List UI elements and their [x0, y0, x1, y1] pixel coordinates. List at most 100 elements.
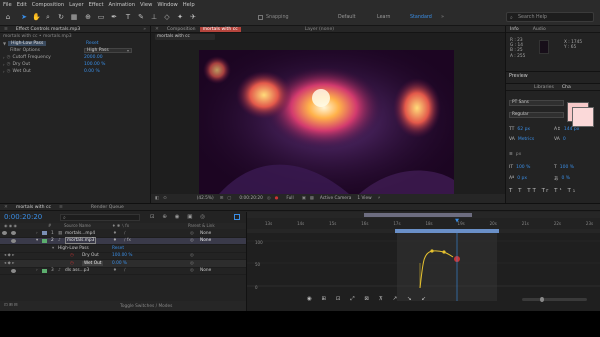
- menu-window[interactable]: Window: [157, 2, 177, 8]
- camera-select[interactable]: Active Camera: [320, 196, 352, 201]
- snapping-checkbox[interactable]: [258, 15, 263, 20]
- quality-switch-icon[interactable]: ∕: [124, 268, 125, 273]
- camera-tool-icon[interactable]: ▦: [70, 13, 78, 21]
- views-select[interactable]: 1 View: [357, 196, 371, 201]
- region-of-interest-icon[interactable]: ▣: [302, 196, 306, 201]
- effect-reset-link[interactable]: Reset: [112, 246, 124, 251]
- menu-effect[interactable]: Effect: [89, 2, 104, 8]
- baseline-value[interactable]: 0 px: [517, 176, 527, 181]
- menu-animation[interactable]: Animation: [109, 2, 135, 8]
- workspace-learn[interactable]: Learn: [377, 15, 390, 20]
- composition-tab-label[interactable]: Composition: [163, 27, 200, 32]
- wet-out-value[interactable]: 0.00 %: [84, 69, 100, 74]
- zoom-level[interactable]: (42.5%): [197, 196, 214, 201]
- timeline-search-field[interactable]: ⌕: [60, 214, 140, 221]
- rectangle-tool-icon[interactable]: ▭: [97, 13, 105, 21]
- label-color-icon[interactable]: [42, 231, 47, 236]
- audio-tab[interactable]: Audio: [529, 27, 550, 32]
- filter-options-select[interactable]: High Pass: [84, 47, 132, 54]
- source-name-header[interactable]: Source Name: [64, 223, 91, 228]
- grid-icon[interactable]: ⊞: [220, 196, 224, 201]
- mask-icon[interactable]: ▢: [227, 196, 231, 201]
- expand-icon[interactable]: ›: [3, 62, 5, 67]
- render-queue-tab[interactable]: Render Queue: [87, 205, 128, 210]
- label-color-icon[interactable]: [42, 238, 47, 243]
- effect-header-row[interactable]: ▼ High-Low Pass Reset: [0, 40, 150, 47]
- collapse-icon[interactable]: ▾: [36, 238, 38, 243]
- footer-icons[interactable]: ⊡ ⊞ ⊟: [4, 303, 18, 308]
- dry-out-value[interactable]: 100.00 %: [84, 62, 105, 67]
- parent-select[interactable]: None: [200, 268, 211, 273]
- visibility-eye-icon[interactable]: [2, 231, 7, 236]
- kerning-value[interactable]: Metrics: [518, 137, 534, 142]
- wet-out-value[interactable]: 0.00 %: [112, 261, 127, 266]
- type-tool-icon[interactable]: T: [124, 13, 132, 21]
- parent-pickwhip-icon[interactable]: ◎: [190, 231, 194, 236]
- info-tab[interactable]: Info: [506, 27, 523, 32]
- effect-name[interactable]: High-Low Pass: [8, 41, 47, 46]
- home-icon[interactable]: ⌂: [4, 13, 12, 21]
- keyframe-nav-icon[interactable]: ◂ ◆ ▸: [4, 261, 14, 266]
- graph-editor-icon[interactable]: [234, 214, 240, 220]
- stopwatch-icon[interactable]: ◷: [7, 69, 11, 74]
- rotate-tool-icon[interactable]: ↻: [57, 13, 65, 21]
- workspace-menu-icon[interactable]: »: [441, 14, 444, 20]
- menu-view[interactable]: View: [140, 2, 152, 8]
- panel-overflow-icon[interactable]: »: [139, 27, 150, 32]
- pan-behind-tool-icon[interactable]: ⊕: [84, 13, 92, 21]
- expand-icon[interactable]: ›: [3, 55, 5, 60]
- audio-icon[interactable]: [11, 231, 16, 236]
- timeline-timecode[interactable]: 0:00:20:20: [4, 213, 42, 221]
- effect-switch-icon[interactable]: ∕ fx: [124, 238, 131, 243]
- workspace-standard[interactable]: Standard: [410, 15, 432, 20]
- shy-switch-icon[interactable]: ♦: [113, 268, 117, 273]
- stopwatch-icon[interactable]: ◷: [7, 62, 11, 67]
- brush-tool-icon[interactable]: ✎: [137, 13, 145, 21]
- composition-name-tab[interactable]: mortals with cc: [199, 26, 241, 32]
- character-tab[interactable]: Cha: [558, 85, 575, 90]
- font-style-select[interactable]: Regular: [509, 112, 564, 118]
- search-help-field[interactable]: ⌕ Search Help: [506, 12, 594, 22]
- layer-name[interactable]: mortals.mp3: [65, 237, 97, 245]
- shy-switch-icon[interactable]: ♦: [113, 238, 117, 243]
- preview-tab[interactable]: Preview: [509, 74, 528, 79]
- graph-canvas[interactable]: 100 50 0: [247, 233, 600, 301]
- time-ruler[interactable]: 13s 14s 15s 16s 17s 18s 19s 20s 21s 22s 23s: [247, 218, 600, 229]
- keyframe-point[interactable]: [442, 250, 446, 254]
- roto-brush-tool-icon[interactable]: ✦: [176, 13, 184, 21]
- toggle-switches-modes[interactable]: Toggle Switches / Modes: [120, 304, 172, 309]
- parent-select[interactable]: None: [200, 231, 211, 236]
- composition-breadcrumb[interactable]: mortals with cc: [155, 34, 215, 40]
- menu-edit[interactable]: Edit: [17, 2, 27, 8]
- parent-link-header[interactable]: Parent & Link: [188, 223, 215, 228]
- layer-row[interactable]: ▾ 2 ♪ mortals.mp3 ♦ ∕ fx ◎ None: [0, 237, 246, 245]
- stopwatch-icon[interactable]: ◷: [70, 253, 74, 258]
- expression-pickwhip-icon[interactable]: ◎: [190, 253, 194, 258]
- resolution-select[interactable]: Full: [286, 196, 293, 201]
- expression-pickwhip-icon[interactable]: ◎: [190, 261, 194, 266]
- effect-controls-tab[interactable]: Effect Controls mortals.mp3: [12, 27, 84, 32]
- effect-reset-link[interactable]: Reset: [86, 41, 99, 46]
- chevron-down-icon[interactable]: ▾: [127, 48, 129, 53]
- vertical-scale-value[interactable]: 100 %: [516, 165, 530, 170]
- layer-row[interactable]: › 3 ♪ dls ass...p3 ♦ ∕ ◎ None: [0, 268, 246, 275]
- menu-layer[interactable]: Layer: [69, 2, 83, 8]
- timeline-zoom-slider[interactable]: [522, 297, 587, 302]
- composition-viewer[interactable]: [199, 50, 454, 194]
- effect-name[interactable]: High-Low Pass: [58, 246, 89, 251]
- horizontal-scale-value[interactable]: 100 %: [560, 165, 574, 170]
- quality-switch-icon[interactable]: ∕: [124, 231, 125, 236]
- puppet-tool-icon[interactable]: ✈: [189, 13, 197, 21]
- property-row[interactable]: ◂ ◆ ▸ ◷ Wet Out 0.00 % ◎: [0, 260, 246, 268]
- workspace-default[interactable]: Default: [338, 15, 356, 20]
- label-color-icon[interactable]: [42, 268, 47, 273]
- zoom-tool-icon[interactable]: ⌕: [44, 13, 52, 21]
- layer-name[interactable]: dls ass...p3: [65, 268, 89, 273]
- timeline-comp-tab[interactable]: mortals with cc: [12, 205, 55, 210]
- layer-name[interactable]: mortals...mp4: [65, 231, 95, 236]
- expand-icon[interactable]: ›: [3, 69, 5, 74]
- leading-value[interactable]: 144 px: [564, 127, 580, 132]
- magnification-icon[interactable]: ⊙: [163, 196, 167, 201]
- layer-row[interactable]: › 1 ▦ mortals...mp4 ♦ ∕ ◎ None: [0, 230, 246, 238]
- graph-editor[interactable]: 13s 14s 15s 16s 17s 18s 19s 20s 21s 22s 23s 100 50…: [247, 212, 600, 311]
